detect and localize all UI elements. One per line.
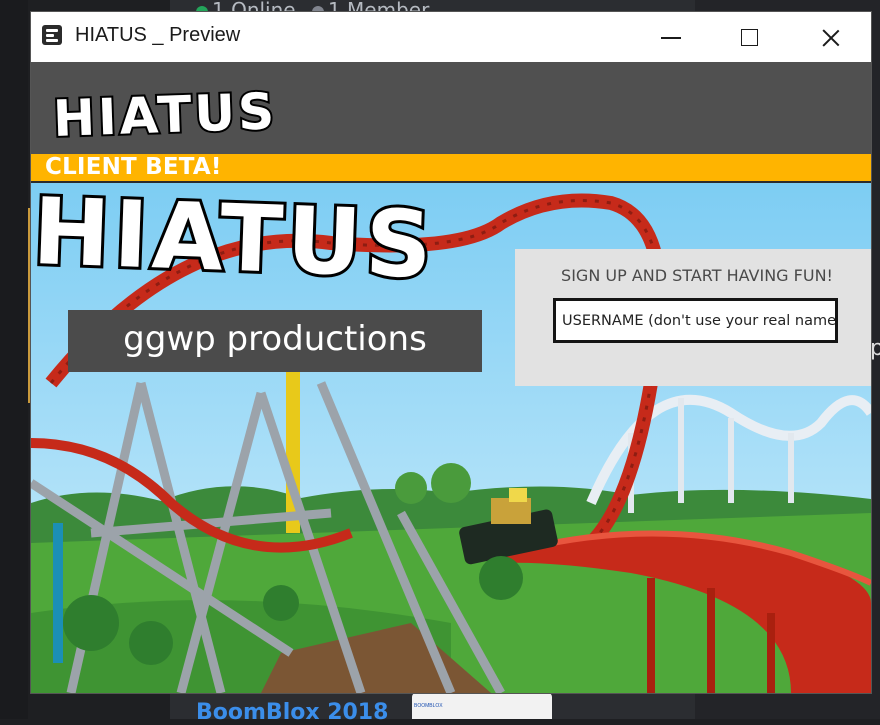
close-button[interactable] bbox=[801, 12, 861, 62]
preview-window: HIATUS _ Preview HIATUS CLIENT BETA! HIA… bbox=[31, 12, 871, 693]
app-logo-icon bbox=[42, 25, 62, 45]
hiatus-logo-large: HIATUS bbox=[31, 183, 441, 283]
title-bar[interactable]: HIATUS _ Preview bbox=[31, 12, 871, 62]
username-input[interactable] bbox=[553, 298, 838, 343]
thumbnail-text: BOOMBLOX bbox=[414, 703, 443, 709]
embed-title-link[interactable]: BoomBlox 2018 bbox=[196, 700, 388, 725]
server-sidebar bbox=[0, 0, 28, 719]
signup-panel: SIGN UP AND START HAVING FUN! bbox=[515, 249, 871, 386]
app-header: HIATUS bbox=[31, 62, 871, 154]
beta-label: CLIENT BETA! bbox=[45, 154, 222, 180]
hiatus-logo-small: HIATUS bbox=[50, 82, 280, 140]
maximize-icon bbox=[741, 29, 758, 46]
signup-heading: SIGN UP AND START HAVING FUN! bbox=[561, 266, 833, 285]
window-title: HIATUS _ Preview bbox=[75, 24, 241, 46]
maximize-button[interactable] bbox=[721, 12, 781, 62]
hero-scene: HIATUS ggwp productions SIGN UP AND STAR… bbox=[31, 183, 871, 693]
minimize-icon bbox=[661, 37, 681, 39]
minimize-button[interactable] bbox=[641, 12, 701, 62]
partial-text: p bbox=[870, 336, 880, 361]
client-beta-banner: CLIENT BETA! bbox=[31, 154, 871, 183]
hero-logo-text: HIATUS bbox=[31, 183, 438, 283]
header-logo-text: HIATUS bbox=[52, 82, 278, 140]
studio-name: ggwp productions bbox=[123, 319, 427, 359]
embed-thumbnail[interactable]: BOOMBLOX bbox=[412, 693, 552, 719]
